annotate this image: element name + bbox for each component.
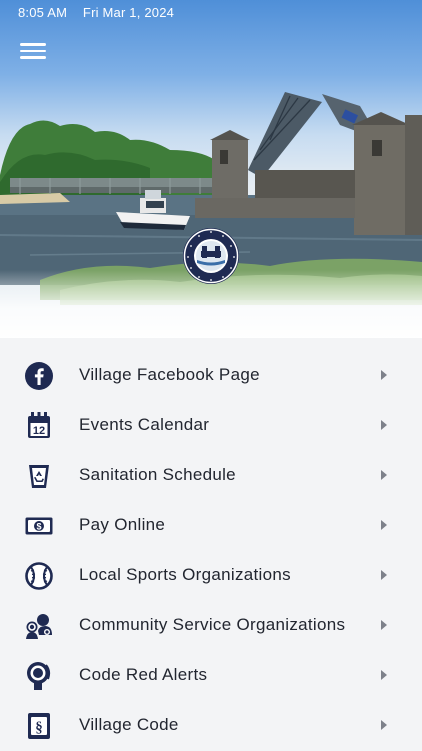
chevron-right-icon bbox=[381, 570, 387, 580]
chevron-right-icon bbox=[381, 520, 387, 530]
chevron-right-icon bbox=[381, 670, 387, 680]
menu-item-label: Village Code bbox=[79, 715, 179, 734]
menu-item-events-calendar[interactable]: 12 Events Calendar bbox=[0, 401, 422, 451]
chevron-right-icon bbox=[381, 370, 387, 380]
menu-item-label: Pay Online bbox=[79, 515, 166, 534]
chevron-right-icon bbox=[381, 420, 387, 430]
menu-item-local-sports[interactable]: Local Sports Organizations bbox=[0, 551, 422, 601]
svg-text:§: § bbox=[35, 720, 43, 736]
hamburger-menu-icon[interactable] bbox=[20, 40, 46, 62]
recycle-bin-icon bbox=[24, 461, 54, 491]
alarm-bell-icon bbox=[24, 661, 54, 691]
legal-code-icon: § bbox=[24, 711, 54, 741]
status-date: Fri Mar 1, 2024 bbox=[82, 5, 175, 20]
chevron-right-icon bbox=[381, 470, 387, 480]
menu-item-label: Code Red Alerts bbox=[79, 665, 208, 684]
baseball-icon bbox=[24, 561, 54, 591]
menu-item-label: Sanitation Schedule bbox=[79, 465, 236, 484]
menu-item-pay-online[interactable]: $ Pay Online bbox=[0, 501, 422, 551]
chevron-right-icon bbox=[381, 620, 387, 630]
menu-item-label: Events Calendar bbox=[79, 415, 210, 434]
svg-text:$: $ bbox=[36, 521, 41, 531]
village-seal-logo bbox=[183, 228, 239, 284]
menu-list: Village Facebook Page 12 Events Calendar… bbox=[0, 338, 422, 750]
community-people-icon bbox=[24, 611, 54, 641]
menu-item-label: Village Facebook Page bbox=[79, 365, 260, 384]
menu-item-label: Community Service Organizations bbox=[79, 615, 346, 634]
calendar-icon: 12 bbox=[24, 411, 54, 441]
chevron-right-icon bbox=[381, 720, 387, 730]
menu-item-community-service[interactable]: Community Service Organizations bbox=[0, 601, 422, 651]
dollar-bill-icon: $ bbox=[24, 511, 54, 541]
menu-item-sanitation-schedule[interactable]: Sanitation Schedule bbox=[0, 451, 422, 501]
menu-item-facebook[interactable]: Village Facebook Page bbox=[0, 351, 422, 401]
menu-item-village-code[interactable]: § Village Code bbox=[0, 701, 422, 751]
status-time: 8:05 AM bbox=[18, 5, 68, 20]
facebook-icon bbox=[24, 361, 54, 391]
hero-banner: 8:05 AM Fri Mar 1, 2024 bbox=[0, 0, 422, 338]
status-bar: 8:05 AM Fri Mar 1, 2024 bbox=[18, 5, 186, 20]
menu-item-code-red-alerts[interactable]: Code Red Alerts bbox=[0, 651, 422, 701]
svg-text:12: 12 bbox=[33, 425, 45, 437]
menu-item-label: Local Sports Organizations bbox=[79, 565, 291, 584]
